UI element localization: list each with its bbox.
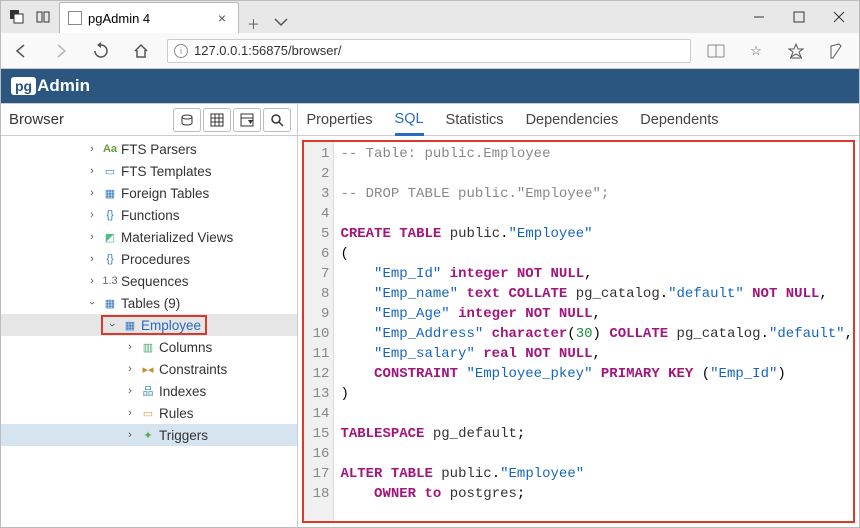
address-bar: i 127.0.0.1:56875/browser/ ☆ bbox=[1, 33, 859, 69]
tree-sequences[interactable]: ›1.3Sequences bbox=[1, 270, 297, 292]
tree-rules[interactable]: ›▭Rules bbox=[1, 402, 297, 424]
info-icon[interactable]: i bbox=[174, 44, 188, 58]
constraints-icon: ▸◂ bbox=[140, 361, 156, 377]
content-tabs: Properties SQL Statistics Dependencies D… bbox=[298, 104, 859, 136]
tab-statistics[interactable]: Statistics bbox=[446, 104, 504, 136]
indexes-icon: 品 bbox=[140, 383, 156, 399]
tab-actions: ＋ bbox=[239, 14, 296, 33]
functions-icon: {} bbox=[102, 207, 118, 223]
forward-button[interactable] bbox=[41, 33, 81, 69]
view-data-button[interactable] bbox=[203, 108, 231, 132]
triggers-icon: ✦ bbox=[140, 427, 156, 443]
tree-employee[interactable]: ›▦Employee bbox=[1, 314, 297, 336]
url-field[interactable]: i 127.0.0.1:56875/browser/ bbox=[167, 39, 691, 63]
procedures-icon: {} bbox=[102, 251, 118, 267]
browser-panel-title: Browser bbox=[9, 111, 64, 128]
tab-dependencies[interactable]: Dependencies bbox=[526, 104, 619, 136]
close-tab-button[interactable]: × bbox=[216, 10, 228, 26]
foreign-tables-icon: ▦ bbox=[102, 185, 118, 201]
fts-templates-icon: ▭ bbox=[102, 163, 118, 179]
sql-code[interactable]: -- Table: public.Employee -- DROP TABLE … bbox=[334, 142, 853, 521]
content-pane: Properties SQL Statistics Dependencies D… bbox=[298, 104, 859, 527]
tree-columns[interactable]: ›▥Columns bbox=[1, 336, 297, 358]
sidebar: Browser ›AaFTS Parsers ›▭FTS Templates ›… bbox=[1, 104, 298, 527]
tree-materialized-views[interactable]: ›◩Materialized Views bbox=[1, 226, 297, 248]
tabs-menu-icon[interactable] bbox=[274, 15, 288, 32]
tab-sql[interactable]: SQL bbox=[395, 104, 424, 136]
addr-right-controls: ☆ bbox=[697, 33, 859, 69]
window-cascade-icon[interactable] bbox=[5, 5, 29, 29]
filter-rows-button[interactable] bbox=[233, 108, 261, 132]
search-button[interactable] bbox=[263, 108, 291, 132]
window-controls bbox=[739, 1, 859, 33]
tab-strip: pgAdmin 4 × ＋ bbox=[59, 1, 739, 33]
tables-icon: ▦ bbox=[102, 295, 118, 311]
main-area: Browser ›AaFTS Parsers ›▭FTS Templates ›… bbox=[1, 103, 859, 527]
pgadmin-logo-pg: pg bbox=[11, 77, 36, 95]
tree-functions[interactable]: ›{}Functions bbox=[1, 204, 297, 226]
favorite-star-icon[interactable]: ☆ bbox=[737, 33, 775, 69]
materialized-views-icon: ◩ bbox=[102, 229, 118, 245]
page-icon bbox=[68, 11, 82, 25]
minimize-button[interactable] bbox=[739, 1, 779, 33]
tree-fts-templates[interactable]: ›▭FTS Templates bbox=[1, 160, 297, 182]
sql-editor[interactable]: 123456789101112131415161718 -- Table: pu… bbox=[302, 140, 855, 523]
line-gutter: 123456789101112131415161718 bbox=[304, 142, 334, 521]
query-tool-button[interactable] bbox=[173, 108, 201, 132]
pgadmin-header: pgAdmin bbox=[1, 69, 859, 103]
close-window-button[interactable] bbox=[819, 1, 859, 33]
tree-tables[interactable]: ›▦Tables (9) bbox=[1, 292, 297, 314]
object-tree[interactable]: ›AaFTS Parsers ›▭FTS Templates ›▦Foreign… bbox=[1, 136, 297, 527]
rules-icon: ▭ bbox=[140, 405, 156, 421]
url-text: 127.0.0.1:56875/browser/ bbox=[194, 43, 341, 58]
window-titlebar: pgAdmin 4 × ＋ bbox=[1, 1, 859, 33]
tree-triggers[interactable]: ›✦Triggers bbox=[1, 424, 297, 446]
maximize-button[interactable] bbox=[779, 1, 819, 33]
table-icon: ▦ bbox=[122, 317, 138, 333]
columns-icon: ▥ bbox=[140, 339, 156, 355]
back-button[interactable] bbox=[1, 33, 41, 69]
pgadmin-logo-text: Admin bbox=[37, 76, 90, 96]
home-button[interactable] bbox=[121, 33, 161, 69]
favorites-list-icon[interactable] bbox=[777, 33, 815, 69]
new-tab-button[interactable]: ＋ bbox=[247, 14, 260, 33]
tab-title: pgAdmin 4 bbox=[88, 11, 150, 26]
fts-parsers-icon: Aa bbox=[102, 141, 118, 157]
titlebar-sys-icons bbox=[1, 1, 59, 33]
reading-view-icon[interactable] bbox=[697, 33, 735, 69]
sidebar-header: Browser bbox=[1, 104, 297, 136]
browser-tab[interactable]: pgAdmin 4 × bbox=[59, 2, 239, 33]
sequences-icon: 1.3 bbox=[102, 273, 118, 289]
tab-properties[interactable]: Properties bbox=[306, 104, 372, 136]
tab-dependents[interactable]: Dependents bbox=[640, 104, 718, 136]
tree-indexes[interactable]: ›品Indexes bbox=[1, 380, 297, 402]
tree-procedures[interactable]: ›{}Procedures bbox=[1, 248, 297, 270]
tree-fts-parsers[interactable]: ›AaFTS Parsers bbox=[1, 138, 297, 160]
notes-icon[interactable] bbox=[817, 33, 855, 69]
tree-constraints[interactable]: ›▸◂Constraints bbox=[1, 358, 297, 380]
tree-foreign-tables[interactable]: ›▦Foreign Tables bbox=[1, 182, 297, 204]
window-split-icon[interactable] bbox=[31, 5, 55, 29]
refresh-button[interactable] bbox=[81, 33, 121, 69]
